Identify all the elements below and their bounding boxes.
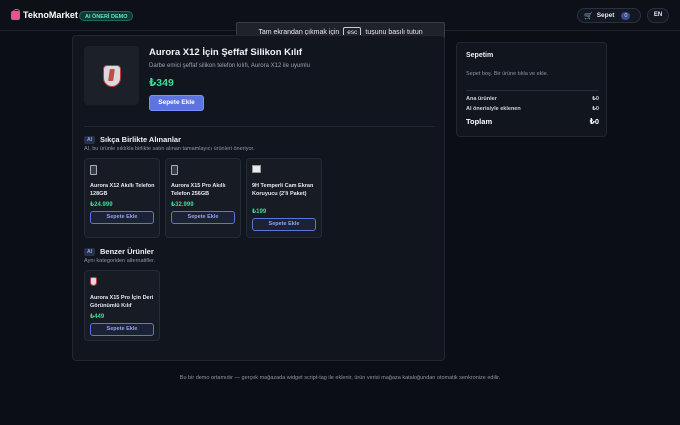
- product-panel: Aurora X12 İçin Şeffaf Silikon Kılıf Dar…: [72, 35, 445, 361]
- card-add-button[interactable]: Sepete Ekle: [90, 211, 154, 224]
- card-price: ₺449: [90, 314, 105, 320]
- cart-subtotal-row: Ana ürünler ₺0: [466, 96, 599, 102]
- add-to-cart-button[interactable]: Sepete Ekle: [149, 95, 204, 111]
- cart-title: Sepetim: [466, 52, 494, 59]
- cart-empty-text: Sepet boş. Bir ürüne tıkla ve ekle.: [466, 71, 549, 77]
- section-title: Sıkça Birlikte Alınanlar: [100, 135, 182, 144]
- card-name: 9H Temperli Cam Ekran Koruyucu (2'li Pak…: [252, 183, 314, 197]
- product-title: Aurora X12 İçin Şeffaf Silikon Kılıf: [149, 47, 303, 58]
- card-name: Aurora X15 Pro İçin Deri Görünümlü Kılıf: [90, 295, 154, 309]
- section-subtitle: Aynı kategoriden alternatifler.: [84, 258, 156, 264]
- divider: [466, 90, 599, 91]
- card-add-button[interactable]: Sepete Ekle: [90, 323, 154, 336]
- ai-added-label: AI önerisiyle eklenen: [466, 106, 521, 112]
- product-price: ₺349: [149, 77, 174, 89]
- cart-panel: Sepetim Sepet boş. Bir ürüne tıkla ve ek…: [456, 42, 607, 137]
- demo-footer-note: Bu bir demo ortamıdır — gerçek mağazada …: [179, 375, 501, 381]
- cart-label: Sepet: [596, 12, 615, 19]
- phone-case-icon: [90, 277, 99, 288]
- cart-ai-row: AI önerisiyle eklenen ₺0: [466, 106, 599, 112]
- ai-tag: AI: [84, 135, 95, 144]
- product-card[interactable]: Aurora X12 Akıllı Telefon 128GB ₺24.999 …: [84, 158, 160, 238]
- card-price: ₺199: [252, 209, 267, 215]
- section-subtitle: AI, bu ürünle sıklıkla birlikte satın al…: [84, 146, 255, 152]
- ai-tag: AI: [84, 247, 95, 256]
- total-value: ₺0: [589, 117, 599, 126]
- shopping-bag-icon: [11, 8, 20, 20]
- card-price: ₺24.999: [90, 202, 113, 208]
- cart-count-badge: 0: [621, 11, 631, 20]
- subtotal-value: ₺0: [592, 96, 599, 102]
- card-add-button[interactable]: Sepete Ekle: [171, 211, 235, 224]
- product-card[interactable]: Aurora X15 Pro Akıllı Telefon 256GB ₺32.…: [165, 158, 241, 238]
- brand-logo[interactable]: TeknoMarket: [11, 8, 78, 20]
- divider: [84, 126, 435, 127]
- card-name: Aurora X15 Pro Akıllı Telefon 256GB: [171, 183, 226, 197]
- phone-icon: [90, 165, 99, 176]
- language-toggle[interactable]: EN: [647, 8, 669, 23]
- phone-icon: [171, 165, 180, 176]
- cart-icon: 🛒: [584, 12, 593, 20]
- product-card[interactable]: Aurora X15 Pro İçin Deri Görünümlü Kılıf…: [84, 270, 160, 341]
- brand-name: TeknoMarket: [23, 10, 78, 20]
- cart-total-row: Toplam ₺0: [466, 117, 599, 126]
- card-price: ₺32.999: [171, 202, 194, 208]
- subtotal-label: Ana ürünler: [466, 96, 497, 102]
- product-card[interactable]: 9H Temperli Cam Ekran Koruyucu (2'li Pak…: [246, 158, 322, 238]
- product-description: Darbe emici şeffaf silikon telefon kılıf…: [149, 63, 310, 69]
- screen-protector-icon: [252, 165, 261, 176]
- section-title: Benzer Ürünler: [100, 247, 154, 256]
- ai-added-value: ₺0: [592, 106, 599, 112]
- ai-demo-badge: AI ÖNERİ DEMO: [79, 11, 134, 21]
- phone-case-icon: [102, 64, 121, 87]
- card-add-button[interactable]: Sepete Ekle: [252, 218, 316, 231]
- card-name: Aurora X12 Akıllı Telefon 128GB: [90, 183, 155, 197]
- cart-button[interactable]: 🛒 Sepet 0: [577, 8, 641, 23]
- similar-products-header: AI Benzer Ürünler: [84, 247, 154, 256]
- product-image: [84, 46, 139, 105]
- total-label: Toplam: [466, 117, 493, 126]
- frequently-bought-header: AI Sıkça Birlikte Alınanlar: [84, 135, 181, 144]
